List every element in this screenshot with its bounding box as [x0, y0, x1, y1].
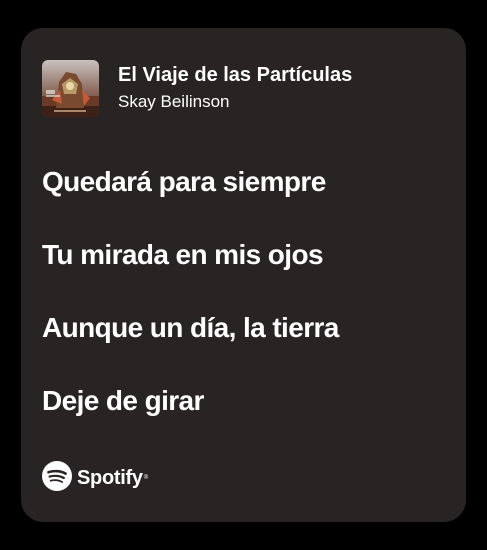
spotify-branding: Spotify ® — [42, 460, 149, 496]
trademark-symbol: ® — [143, 475, 149, 481]
track-title: El Viaje de las Partículas — [118, 64, 353, 86]
lyric-line: Aunque un día, la tierra — [42, 312, 339, 343]
lyrics-block: Quedará para siempre Tu mirada en mis oj… — [42, 162, 452, 454]
spotify-logo-icon — [42, 460, 72, 496]
lyric-line: Tu mirada en mis ojos — [42, 239, 324, 270]
lyrics-share-card: El Viaje de las Partículas Skay Beilinso… — [21, 28, 466, 522]
spotify-wordmark: Spotify — [77, 466, 143, 489]
track-artist: Skay Beilinson — [118, 92, 230, 111]
track-header: El Viaje de las Partículas Skay Beilinso… — [42, 59, 352, 117]
lyric-line: Deje de girar — [42, 385, 204, 416]
track-meta: El Viaje de las Partículas Skay Beilinso… — [118, 62, 352, 114]
lyric-line: Quedará para siempre — [42, 166, 326, 197]
album-cover — [42, 59, 99, 117]
